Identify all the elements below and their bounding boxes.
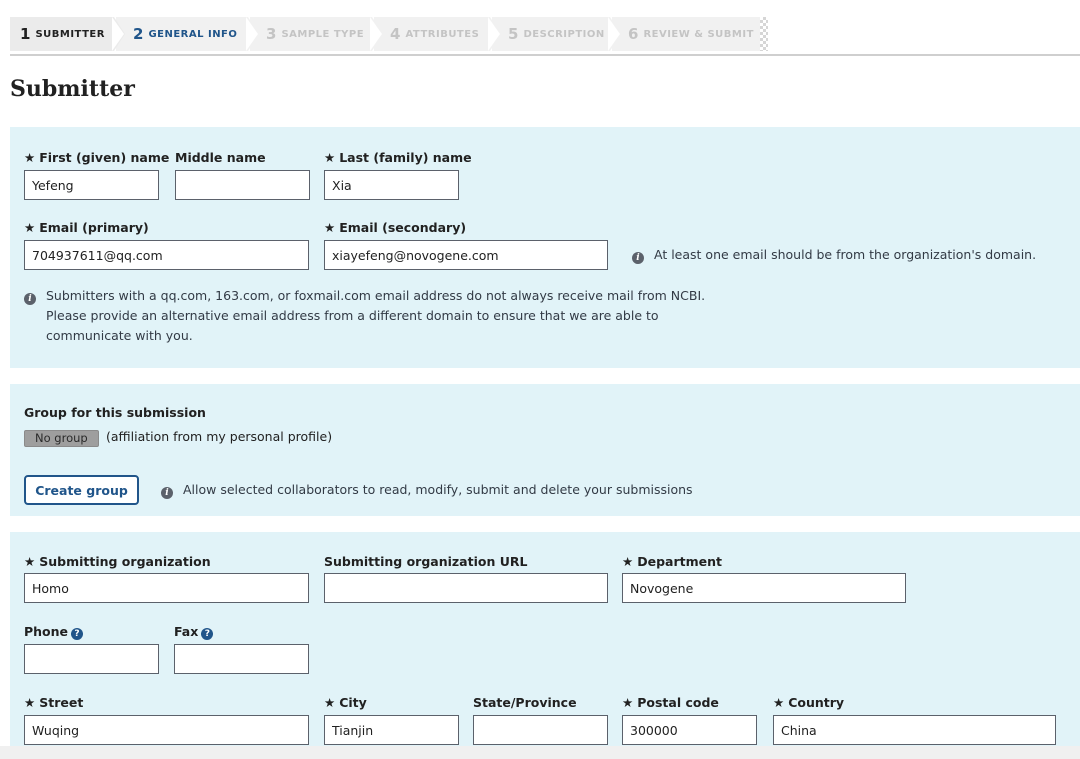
create-group-button[interactable]: Create group [24,475,139,505]
org-url-input[interactable] [324,573,608,603]
star-icon: ★ [324,220,336,235]
step-review-submit: 6 Review & submit [612,17,760,51]
star-icon: ★ [24,150,36,165]
star-icon: ★ [24,695,36,710]
star-icon: ★ [773,695,785,710]
star-icon: ★ [24,220,36,235]
postal-input[interactable] [622,715,757,745]
state-label: State/Province [473,695,577,710]
wizard-steps: 1 Submitter 2 General info 3 Sample type… [10,17,770,51]
steps-end-pattern [760,17,768,51]
star-icon: ★ [324,695,336,710]
affiliation-text: (affiliation from my personal profile) [106,429,333,444]
question-icon[interactable]: ? [201,628,214,640]
star-icon: ★ [622,695,634,710]
email-secondary-label: ★ Email (secondary) [324,220,467,235]
postal-label: ★ Postal code [622,695,719,710]
step-label: Review & submit [643,28,754,40]
page-title: Submitter [10,76,135,102]
step-arrow-icon [246,17,259,51]
phone-label: Phone? [24,624,84,640]
first-name-label: ★ First (given) name [24,150,170,165]
email-primary-input[interactable] [24,240,309,270]
step-description: 5 Description [492,17,621,51]
info-icon: i [24,293,36,305]
email-warning: i Submitters with a qq.com, 163.com, or f… [24,286,714,346]
street-label: ★ Street [24,695,84,710]
info-icon: i [632,252,644,264]
create-group-note: i Allow selected collaborators to read, m… [161,480,693,500]
steps-divider [10,54,1080,56]
step-arrow-icon [370,17,383,51]
state-input[interactable] [473,715,608,745]
fax-label: Fax? [174,624,214,640]
bottom-scroll-area [0,746,1080,759]
group-title: Group for this submission [24,405,206,420]
step-label: Sample type [281,28,365,40]
middle-name-label: Middle name [175,150,266,165]
last-name-label: ★ Last (family) name [324,150,472,165]
email-primary-label: ★ Email (primary) [24,220,149,235]
step-sample-type: 3 Sample type [250,17,383,51]
email-secondary-input[interactable] [324,240,608,270]
step-label: Description [523,28,605,40]
step-attributes: 4 Attributes [374,17,501,51]
fax-input[interactable] [174,644,309,674]
department-label: ★ Department [622,554,722,569]
step-number: 6 [628,25,639,43]
step-label: General info [148,28,238,40]
city-label: ★ City [324,695,367,710]
star-icon: ★ [324,150,336,165]
group-panel: Group for this submission No group (affi… [10,384,1080,516]
org-input[interactable] [24,573,309,603]
step-arrow-icon [488,17,501,51]
step-number: 1 [20,25,31,43]
city-input[interactable] [324,715,459,745]
step-number: 4 [390,25,401,43]
info-icon: i [161,487,173,499]
middle-name-input[interactable] [175,170,310,200]
department-input[interactable] [622,573,906,603]
star-icon: ★ [622,554,634,569]
last-name-input[interactable] [324,170,459,200]
step-arrow-icon [608,17,621,51]
org-label: ★ Submitting organization [24,554,211,569]
step-number: 5 [508,25,519,43]
organization-panel: ★Submitting organization Submitting orga… [10,532,1080,759]
org-url-label: Submitting organization URL [324,554,528,569]
step-general-info[interactable]: 2 General info [116,17,259,51]
phone-input[interactable] [24,644,159,674]
first-name-input[interactable] [24,170,159,200]
step-arrow-icon [112,17,125,51]
email-domain-note: i At least one email should be from the o… [632,245,1036,265]
step-label: Submitter [35,28,105,40]
country-input[interactable] [773,715,1056,745]
step-number: 3 [266,25,277,43]
group-badge: No group [24,430,99,447]
step-label: Attributes [405,28,480,40]
star-icon: ★ [24,554,36,569]
name-email-panel: ★First (given) name Middle name ★Last (f… [10,127,1080,368]
step-number: 2 [133,25,144,43]
country-label: ★ Country [773,695,845,710]
street-input[interactable] [24,715,309,745]
step-submitter[interactable]: 1 Submitter [10,17,125,51]
question-icon[interactable]: ? [71,628,84,640]
email-warning-line2: Please provide an alternative email addr… [46,308,659,343]
